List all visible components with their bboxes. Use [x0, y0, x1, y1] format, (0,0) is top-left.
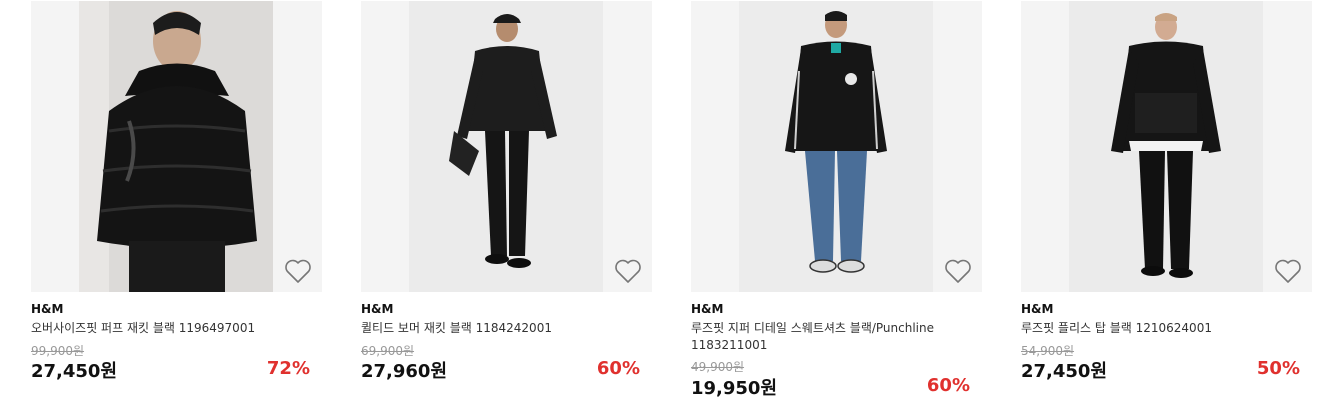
discount-rate: 60% [596, 358, 640, 379]
product-card[interactable]: H&M 루즈핏 지퍼 디테일 스웨트셔츠 블랙/Punchline 118321… [691, 0, 982, 412]
product-grid: H&M 오버사이즈핏 퍼프 재킷 블랙 1196497001 99,900원 2… [0, 0, 1333, 412]
sale-price: 19,950원 [691, 378, 778, 399]
product-image-container[interactable] [31, 1, 322, 292]
sale-price: 27,450원 [31, 361, 118, 382]
product-photo[interactable] [409, 1, 603, 292]
product-card[interactable]: H&M 오버사이즈핏 퍼프 재킷 블랙 1196497001 99,900원 2… [31, 0, 322, 412]
sale-price: 27,960원 [361, 361, 448, 382]
wishlist-heart-icon[interactable] [614, 258, 642, 284]
product-photo[interactable] [79, 1, 273, 292]
wishlist-heart-icon[interactable] [1274, 258, 1302, 284]
discount-rate: 60% [926, 375, 970, 396]
product-brand[interactable]: H&M [691, 302, 723, 316]
product-name[interactable]: 오버사이즈핏 퍼프 재킷 블랙 1196497001 [31, 320, 311, 337]
discount-rate: 72% [266, 358, 310, 379]
product-name[interactable]: 루즈핏 플리스 탑 블랙 1210624001 [1021, 320, 1301, 337]
product-brand[interactable]: H&M [1021, 302, 1053, 316]
product-card[interactable]: H&M 루즈핏 플리스 탑 블랙 1210624001 54,900원 27,4… [1021, 0, 1312, 412]
product-card[interactable]: H&M 퀼티드 보머 재킷 블랙 1184242001 69,900원 27,9… [361, 0, 652, 412]
sale-price: 27,450원 [1021, 361, 1108, 382]
product-name[interactable]: 루즈핏 지퍼 디테일 스웨트셔츠 블랙/Punchline 1183211001 [691, 320, 971, 354]
product-image-container[interactable] [361, 1, 652, 292]
discount-rate: 50% [1256, 358, 1300, 379]
product-photo[interactable] [1069, 1, 1263, 292]
product-image-container[interactable] [1021, 1, 1312, 292]
wishlist-heart-icon[interactable] [284, 258, 312, 284]
wishlist-heart-icon[interactable] [944, 258, 972, 284]
product-brand[interactable]: H&M [361, 302, 393, 316]
product-name[interactable]: 퀼티드 보머 재킷 블랙 1184242001 [361, 320, 641, 337]
product-image-container[interactable] [691, 1, 982, 292]
product-brand[interactable]: H&M [31, 302, 63, 316]
product-photo[interactable] [739, 1, 933, 292]
original-price: 49,900원 [691, 360, 745, 374]
